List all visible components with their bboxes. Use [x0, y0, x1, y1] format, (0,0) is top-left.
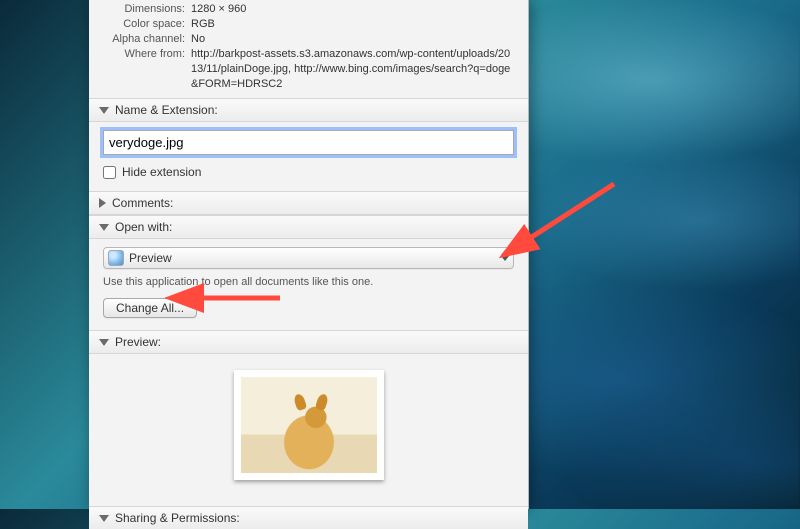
preview-thumbnail-area [89, 354, 528, 506]
select-stepper-icon [501, 250, 509, 261]
open-with-helper-text: Use this application to open all documen… [103, 276, 514, 288]
hide-extension-checkbox[interactable] [103, 166, 116, 179]
dimensions-value: 1280 × 960 [191, 2, 514, 17]
section-header-comments[interactable]: Comments: [89, 191, 528, 215]
disclosure-triangle-icon [99, 198, 106, 208]
general-info-block: Dimensions: 1280 × 960 Color space: RGB … [89, 0, 528, 98]
section-title: Comments: [112, 196, 173, 210]
section-body-name-extension: Hide extension [89, 122, 528, 191]
disclosure-triangle-icon [99, 339, 109, 346]
filename-input[interactable] [103, 130, 514, 155]
preview-thumbnail-frame [234, 370, 384, 480]
alpha-label: Alpha channel: [103, 32, 191, 47]
section-body-open-with: Preview Use this application to open all… [89, 239, 528, 330]
dimensions-label: Dimensions: [103, 2, 191, 17]
section-title: Open with: [115, 220, 172, 234]
disclosure-triangle-icon [99, 515, 109, 522]
open-with-select[interactable]: Preview [103, 247, 514, 269]
wherefrom-label: Where from: [103, 47, 191, 92]
section-header-open-with[interactable]: Open with: [89, 215, 528, 239]
section-title: Sharing & Permissions: [115, 511, 240, 525]
section-header-preview[interactable]: Preview: [89, 330, 528, 354]
section-title: Preview: [115, 335, 161, 349]
colorspace-label: Color space: [103, 17, 191, 32]
preview-thumbnail-image [241, 377, 377, 473]
disclosure-triangle-icon [99, 107, 109, 114]
section-header-sharing-permissions[interactable]: Sharing & Permissions: [89, 506, 528, 529]
hide-extension-row[interactable]: Hide extension [103, 165, 514, 179]
open-with-selected-label: Preview [129, 251, 172, 265]
preview-app-icon [108, 250, 124, 266]
section-header-name-extension[interactable]: Name & Extension: [89, 98, 528, 122]
change-all-button[interactable]: Change All... [103, 298, 197, 318]
disclosure-triangle-icon [99, 224, 109, 231]
get-info-panel: Dimensions: 1280 × 960 Color space: RGB … [89, 0, 529, 509]
wherefrom-value: http://barkpost-assets.s3.amazonaws.com/… [191, 47, 514, 92]
hide-extension-label: Hide extension [122, 165, 201, 179]
alpha-value: No [191, 32, 514, 47]
colorspace-value: RGB [191, 17, 514, 32]
section-title: Name & Extension: [115, 103, 218, 117]
